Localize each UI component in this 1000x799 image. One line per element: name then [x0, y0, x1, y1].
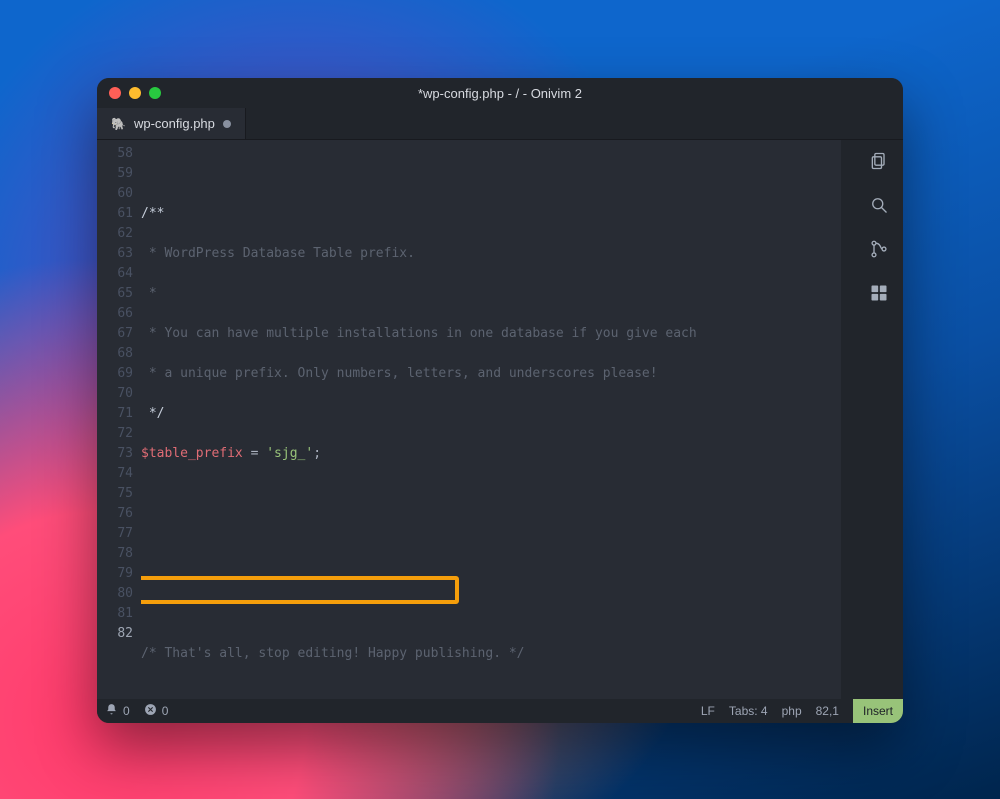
line-number: 61 [97, 204, 133, 224]
notifications-count: 0 [123, 704, 130, 718]
error-icon [144, 703, 157, 719]
line-number: 81 [97, 604, 133, 624]
line-number: 76 [97, 504, 133, 524]
titlebar: *wp-config.php - / - Onivim 2 [97, 78, 903, 108]
line-number: 64 [97, 264, 133, 284]
editor-area[interactable]: 5859606162636465666768697071727374757677… [97, 140, 855, 699]
modified-dot-icon [223, 120, 231, 128]
line-number: 78 [97, 544, 133, 564]
line-number: 63 [97, 244, 133, 264]
zoom-window-button[interactable] [149, 87, 161, 99]
close-window-button[interactable] [109, 87, 121, 99]
line-number: 68 [97, 344, 133, 364]
eol-indicator[interactable]: LF [701, 704, 715, 718]
line-number: 66 [97, 304, 133, 324]
source-control-icon[interactable] [868, 238, 890, 260]
minimize-window-button[interactable] [129, 87, 141, 99]
extensions-icon[interactable] [868, 282, 890, 304]
line-number: 82 [97, 624, 133, 644]
status-bar: 0 0 LF Tabs: 4 php 82,1 Insert [97, 699, 903, 723]
files-icon[interactable] [868, 150, 890, 172]
problems-button[interactable]: 0 [144, 703, 169, 719]
php-file-icon: 🐘 [111, 117, 126, 131]
language-indicator[interactable]: php [782, 704, 802, 718]
problems-count: 0 [162, 704, 169, 718]
notifications-button[interactable]: 0 [105, 703, 130, 719]
scrollbar[interactable] [841, 140, 855, 699]
line-number: 65 [97, 284, 133, 304]
line-number: 70 [97, 384, 133, 404]
editor-window: *wp-config.php - / - Onivim 2 🐘 wp-confi… [97, 78, 903, 723]
tab-bar: 🐘 wp-config.php [97, 108, 903, 140]
activity-bar [855, 140, 903, 699]
editor-mode-indicator[interactable]: Insert [853, 699, 903, 723]
code-content[interactable]: /** * WordPress Database Table prefix. *… [141, 140, 841, 699]
line-number: 69 [97, 364, 133, 384]
line-number: 80 [97, 584, 133, 604]
line-number: 73 [97, 444, 133, 464]
line-number: 62 [97, 224, 133, 244]
line-number: 75 [97, 484, 133, 504]
line-number: 74 [97, 464, 133, 484]
tab-label: wp-config.php [134, 116, 215, 131]
line-number: 60 [97, 184, 133, 204]
editor-body: 5859606162636465666768697071727374757677… [97, 140, 903, 699]
line-number: 58 [97, 144, 133, 164]
line-number: 79 [97, 564, 133, 584]
line-number-gutter: 5859606162636465666768697071727374757677… [97, 140, 141, 699]
line-number: 71 [97, 404, 133, 424]
search-icon[interactable] [868, 194, 890, 216]
indentation-indicator[interactable]: Tabs: 4 [729, 704, 768, 718]
line-number: 72 [97, 424, 133, 444]
line-number: 77 [97, 524, 133, 544]
cursor-position[interactable]: 82,1 [816, 704, 839, 718]
window-controls [109, 87, 161, 99]
tab-wp-config[interactable]: 🐘 wp-config.php [97, 108, 246, 139]
window-title: *wp-config.php - / - Onivim 2 [97, 86, 903, 101]
line-number: 67 [97, 324, 133, 344]
bell-icon [105, 703, 118, 719]
line-number: 59 [97, 164, 133, 184]
